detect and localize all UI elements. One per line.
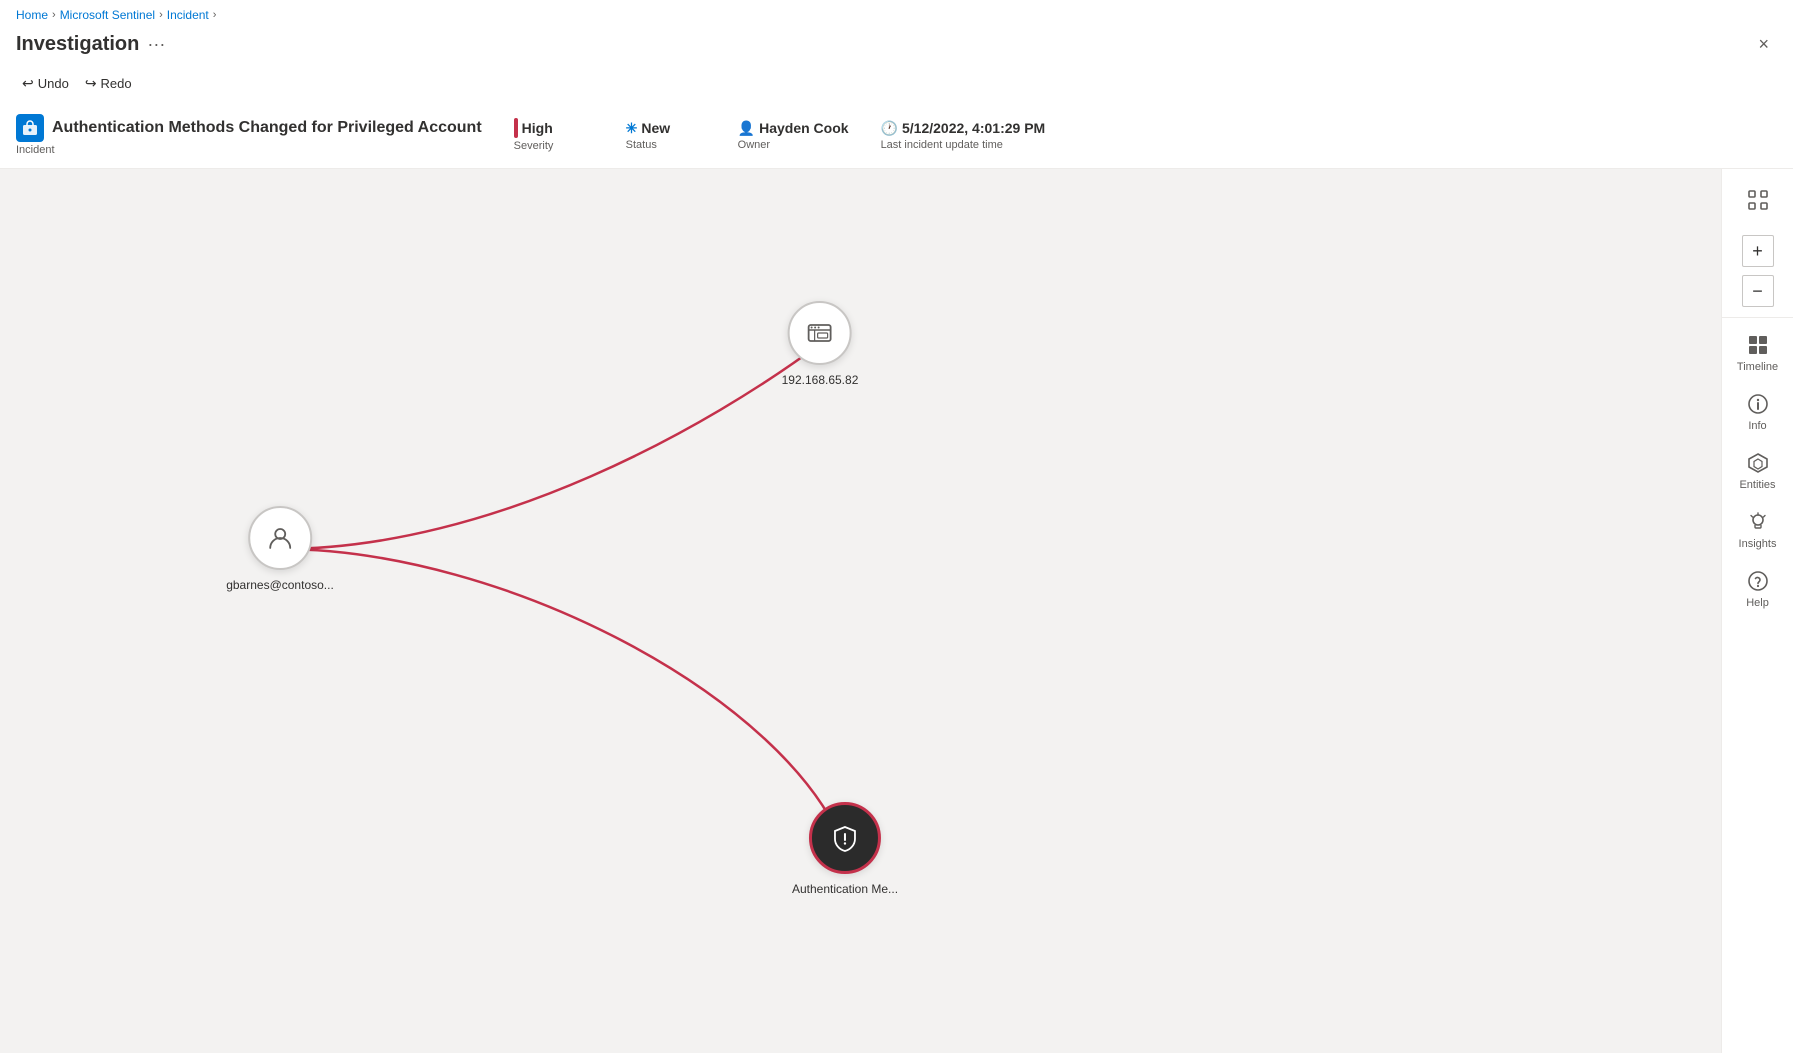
- node-alert-label: Authentication Me...: [792, 882, 898, 896]
- severity-value-container: High: [514, 118, 594, 138]
- timeline-label: Timeline: [1737, 361, 1778, 373]
- node-user-circle: [248, 506, 312, 570]
- entities-icon: [1747, 452, 1769, 477]
- owner-label: Owner: [738, 139, 849, 151]
- status-meta: ✳ New Status: [626, 120, 706, 151]
- owner-value: Hayden Cook: [759, 120, 848, 136]
- severity-value: High: [522, 120, 553, 136]
- insights-icon: [1747, 511, 1769, 536]
- timeline-icon: [1747, 334, 1769, 359]
- zoom-out-button[interactable]: −: [1742, 275, 1774, 307]
- fit-icon: [1747, 189, 1769, 217]
- info-label: Info: [1748, 420, 1766, 432]
- severity-meta: High Severity: [514, 118, 594, 152]
- time-icon: 🕐: [881, 120, 898, 137]
- status-value: New: [641, 120, 670, 136]
- status-icon: ✳: [626, 120, 638, 137]
- redo-button[interactable]: ↪ Redo: [79, 71, 138, 96]
- insights-button[interactable]: Insights: [1726, 503, 1790, 558]
- timeline-button[interactable]: Timeline: [1726, 326, 1790, 381]
- node-user-label: gbarnes@contoso...: [226, 578, 334, 592]
- owner-icon: 👤: [738, 120, 755, 137]
- alert-shield-icon: [830, 823, 860, 853]
- breadcrumb-sep-2: ›: [159, 9, 163, 21]
- incident-title-section: Authentication Methods Changed for Privi…: [16, 114, 482, 156]
- page-header: Investigation ··· ×: [0, 26, 1793, 67]
- node-user[interactable]: gbarnes@contoso...: [226, 506, 334, 592]
- main-area: gbarnes@contoso... 192.168.65.82: [0, 169, 1793, 1053]
- redo-label: Redo: [101, 76, 132, 91]
- undo-label: Undo: [38, 76, 69, 91]
- toolbar: ↩ Undo ↪ Redo: [0, 67, 1793, 104]
- page-title: Investigation: [16, 33, 139, 56]
- help-icon: [1747, 570, 1769, 595]
- info-button[interactable]: Info: [1726, 385, 1790, 440]
- breadcrumb-incident[interactable]: Incident: [167, 8, 209, 22]
- status-label: Status: [626, 139, 706, 151]
- page-options-dots[interactable]: ···: [147, 34, 165, 55]
- breadcrumb-sep-1: ›: [52, 9, 56, 21]
- time-value: 5/12/2022, 4:01:29 PM: [902, 120, 1045, 136]
- time-value-container: 🕐 5/12/2022, 4:01:29 PM: [881, 120, 1046, 137]
- entities-button[interactable]: Entities: [1726, 444, 1790, 499]
- incident-bar: Authentication Methods Changed for Privi…: [0, 104, 1793, 169]
- breadcrumb: Home › Microsoft Sentinel › Incident ›: [0, 0, 1793, 26]
- sidebar-divider: [1722, 317, 1793, 318]
- owner-value-container: 👤 Hayden Cook: [738, 120, 849, 137]
- help-button[interactable]: Help: [1726, 562, 1790, 617]
- node-alert-circle: [809, 802, 881, 874]
- breadcrumb-sentinel[interactable]: Microsoft Sentinel: [60, 8, 155, 22]
- help-label: Help: [1746, 597, 1769, 609]
- top-controls: + −: [1722, 177, 1793, 309]
- fit-view-button[interactable]: [1726, 177, 1790, 229]
- graph-canvas[interactable]: gbarnes@contoso... 192.168.65.82: [0, 169, 1721, 1053]
- node-ip[interactable]: 192.168.65.82: [782, 301, 859, 387]
- user-icon: [266, 524, 294, 552]
- severity-dot: [514, 118, 518, 138]
- zoom-in-button[interactable]: +: [1742, 235, 1774, 267]
- info-icon: [1747, 393, 1769, 418]
- graph-edges-svg: [0, 169, 1721, 1053]
- breadcrumb-home[interactable]: Home: [16, 8, 48, 22]
- breadcrumb-sep-3: ›: [213, 9, 217, 21]
- zoom-in-icon: +: [1752, 241, 1763, 262]
- undo-button[interactable]: ↩ Undo: [16, 71, 75, 96]
- status-value-container: ✳ New: [626, 120, 706, 137]
- redo-icon: ↪: [85, 75, 97, 92]
- node-ip-label: 192.168.65.82: [782, 373, 859, 387]
- right-sidebar: + − Timeline: [1721, 169, 1793, 1053]
- time-meta: 🕐 5/12/2022, 4:01:29 PM Last incident up…: [881, 120, 1046, 151]
- incident-title-main: Authentication Methods Changed for Privi…: [16, 114, 482, 142]
- insights-label: Insights: [1739, 538, 1777, 550]
- severity-label: Severity: [514, 140, 594, 152]
- ip-icon: [806, 319, 834, 347]
- owner-meta: 👤 Hayden Cook Owner: [738, 120, 849, 151]
- node-alert[interactable]: Authentication Me...: [792, 802, 898, 896]
- node-ip-circle: [788, 301, 852, 365]
- time-label: Last incident update time: [881, 139, 1046, 151]
- incident-type-label: Incident: [16, 144, 482, 156]
- close-button[interactable]: ×: [1750, 30, 1777, 59]
- incident-title-text: Authentication Methods Changed for Privi…: [52, 119, 482, 137]
- zoom-out-icon: −: [1752, 281, 1763, 302]
- undo-icon: ↩: [22, 75, 34, 92]
- incident-icon: [16, 114, 44, 142]
- entities-label: Entities: [1739, 479, 1775, 491]
